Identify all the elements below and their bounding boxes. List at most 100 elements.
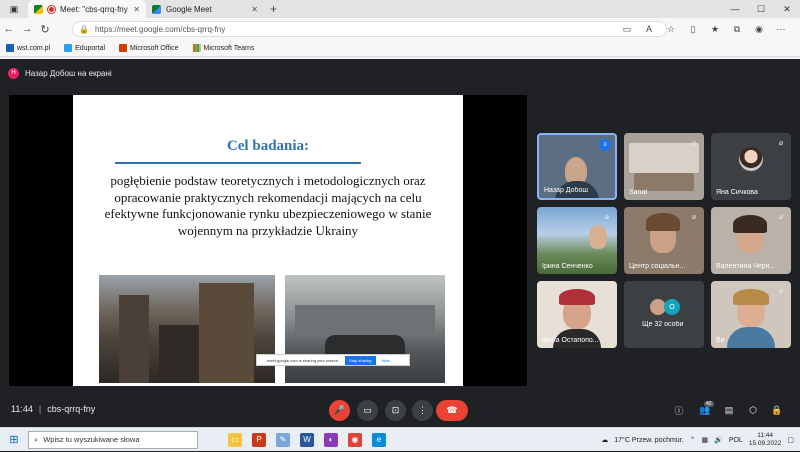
powerpoint-icon[interactable]: P <box>252 432 266 447</box>
meet-area: Н Назар Добош на екрані Cel badania: pog… <box>0 59 800 427</box>
hang-up-button[interactable]: ☎ <box>436 400 468 421</box>
favorite-star-icon[interactable]: ☆ <box>662 24 680 35</box>
participant-count-badge: 42 <box>704 401 714 407</box>
chrome-icon[interactable]: ◉ <box>348 432 362 447</box>
people-icon[interactable]: 👥 42 <box>698 401 714 417</box>
paint-icon[interactable]: ✎ <box>276 432 290 447</box>
mic-toggle-button[interactable]: 🎤 <box>329 400 350 421</box>
app-icon[interactable]: ◐ <box>324 432 338 447</box>
mic-off-icon: ⌀ <box>691 140 697 147</box>
weather-icon: ☁ <box>601 437 609 444</box>
more-participants-label: Ще 32 особи <box>642 321 684 328</box>
present-button[interactable]: ⊡ <box>385 400 406 421</box>
slide: Cel badania: pogłębienie podstaw teorety… <box>73 95 463 386</box>
tab-title: Google Meet <box>166 4 212 14</box>
meeting-controls: 11:44 | cbs-qrrq-fny 🎤 ▭ ⊡ ⋮ ☎ ⓘ 👥 42 ▤ ⬡… <box>0 395 800 427</box>
tab-title: Meet: "cbs-qrrq-fny" <box>60 4 129 14</box>
more-participants-tile[interactable]: O Ще 32 особи <box>624 281 704 348</box>
meet-favicon-icon <box>152 4 161 14</box>
meeting-details-icon[interactable]: ⓘ <box>672 403 686 417</box>
windows-taskbar: ⊞ ⌕ Wpisz tu wyszukiwane słowa ▭ P ✎ W ◐… <box>0 427 800 451</box>
destroyed-building-photo <box>99 275 275 383</box>
network-icon[interactable]: ▦ <box>701 436 708 444</box>
mic-off-icon: ⌀ <box>778 214 784 221</box>
bookmark-item[interactable]: Eduportal <box>64 44 105 52</box>
host-controls-icon[interactable]: 🔒 <box>770 403 784 417</box>
activities-icon[interactable]: ⬡ <box>746 403 760 417</box>
participant-tile[interactable]: ⌀ Ірина Остапопо... <box>537 281 617 348</box>
read-aloud-icon[interactable]: A <box>640 24 658 34</box>
bookmark-item[interactable]: wst.com.pl <box>6 44 50 52</box>
start-icon[interactable]: ⊞ <box>0 428 28 452</box>
mic-off-icon: ⌀ <box>604 288 610 295</box>
browser-chrome: ▣ Meet: "cbs-qrrq-fny" ✕ Google Meet ✕ +… <box>0 0 800 59</box>
profile-icon[interactable]: ◉ <box>750 24 768 35</box>
chat-icon[interactable]: ▤ <box>722 403 736 417</box>
close-tab-icon[interactable]: ✕ <box>251 5 258 14</box>
meeting-time: 11:44 <box>11 404 33 414</box>
forward-icon[interactable]: → <box>18 18 36 40</box>
mic-off-icon: ⌀ <box>691 214 697 221</box>
search-icon: ⌕ <box>34 434 39 444</box>
teams-icon <box>192 44 201 52</box>
more-menu-icon[interactable]: ⋯ <box>772 24 790 35</box>
url-text: https://meet.google.com/cbs-qrrq-fny <box>94 24 226 34</box>
avatar: O <box>664 299 680 315</box>
participant-tile[interactable]: ⌀ Валентина Черн... <box>711 207 791 274</box>
favorites-icon[interactable]: ★ <box>706 24 724 35</box>
weather-text[interactable]: 17°C Przew. pochmur. <box>614 437 683 444</box>
participant-name: Валентина Черн... <box>716 263 776 270</box>
address-bar[interactable]: 🔒 https://meet.google.com/cbs-qrrq-fny <box>72 21 667 37</box>
tab-actions-icon[interactable]: ▣ <box>0 0 28 18</box>
participant-tile[interactable]: ⌀ Яна Сичкова <box>711 133 791 200</box>
participant-tile[interactable]: ⌀ Ірина Сенченко <box>537 207 617 274</box>
camera-icon[interactable]: ▭ <box>618 24 636 35</box>
meeting-code: cbs-qrrq-fny <box>47 404 96 414</box>
word-icon[interactable]: W <box>300 432 314 447</box>
new-tab-icon[interactable]: + <box>264 2 283 16</box>
lock-icon: 🔒 <box>79 24 89 34</box>
meet-favicon-icon <box>34 4 43 14</box>
hide-button[interactable]: Hide <box>382 358 390 363</box>
taskbar-apps: ▭ P ✎ W ◐ ◉ e <box>228 432 386 447</box>
more-options-button[interactable]: ⋮ <box>412 400 433 421</box>
system-tray: ☁ 17°C Przew. pochmur. ⌃ ▦ 🔊 POL 11:44 1… <box>601 428 794 452</box>
file-explorer-icon[interactable]: ▭ <box>228 432 242 447</box>
presentation-stage: Cel badania: pogłębienie podstaw teorety… <box>9 95 527 386</box>
tab-google-meet[interactable]: Google Meet ✕ <box>146 0 264 18</box>
maximize-icon[interactable]: ☐ <box>748 0 774 18</box>
split-screen-icon[interactable]: ▯ <box>684 24 702 35</box>
volume-icon[interactable]: 🔊 <box>714 436 723 444</box>
participant-tile[interactable]: ⌀ Sanat <box>624 133 704 200</box>
clock[interactable]: 11:44 15.09.2022 <box>749 432 782 448</box>
notifications-icon[interactable]: ▢ <box>787 436 794 444</box>
participant-tile[interactable]: ≡ Назар Добош <box>537 133 617 200</box>
taskbar-search[interactable]: ⌕ Wpisz tu wyszukiwane słowa <box>28 430 198 449</box>
participant-tile[interactable]: ⌀ Центр соціальн... <box>624 207 704 274</box>
mic-off-icon: ⌀ <box>778 140 784 147</box>
camera-toggle-button[interactable]: ▭ <box>357 400 378 421</box>
destroyed-cars-photo <box>285 275 445 383</box>
bookmark-icon <box>6 44 14 52</box>
close-window-icon[interactable]: ✕ <box>774 0 800 18</box>
tray-chevron-icon[interactable]: ⌃ <box>690 436 696 444</box>
slide-body: pogłębienie podstaw teoretycznych i meto… <box>104 173 432 238</box>
window-controls: — ☐ ✕ <box>722 0 800 18</box>
minimize-icon[interactable]: — <box>722 0 748 18</box>
participant-tile-self[interactable]: ⌀ Ви <box>711 281 791 348</box>
bookmark-item[interactable]: Microsoft Teams <box>192 44 254 52</box>
back-icon[interactable]: ← <box>0 18 18 40</box>
tab-meet[interactable]: Meet: "cbs-qrrq-fny" ✕ <box>28 0 146 18</box>
avatar <box>739 147 763 171</box>
collections-icon[interactable]: ⧉ <box>728 24 746 35</box>
stop-sharing-button[interactable]: Stop sharing <box>345 355 376 365</box>
bookmark-item[interactable]: Microsoft Office <box>119 44 179 52</box>
close-tab-icon[interactable]: ✕ <box>133 5 140 14</box>
bookmarks-bar: wst.com.pl Eduportal Microsoft Office Mi… <box>0 40 800 57</box>
mic-off-icon: ⌀ <box>778 288 784 295</box>
participant-name: Яна Сичкова <box>716 189 758 196</box>
reload-icon[interactable]: ↻ <box>36 18 54 40</box>
speaking-icon: ≡ <box>599 139 611 151</box>
edge-icon[interactable]: e <box>372 432 386 447</box>
language-indicator[interactable]: POL <box>729 437 743 444</box>
